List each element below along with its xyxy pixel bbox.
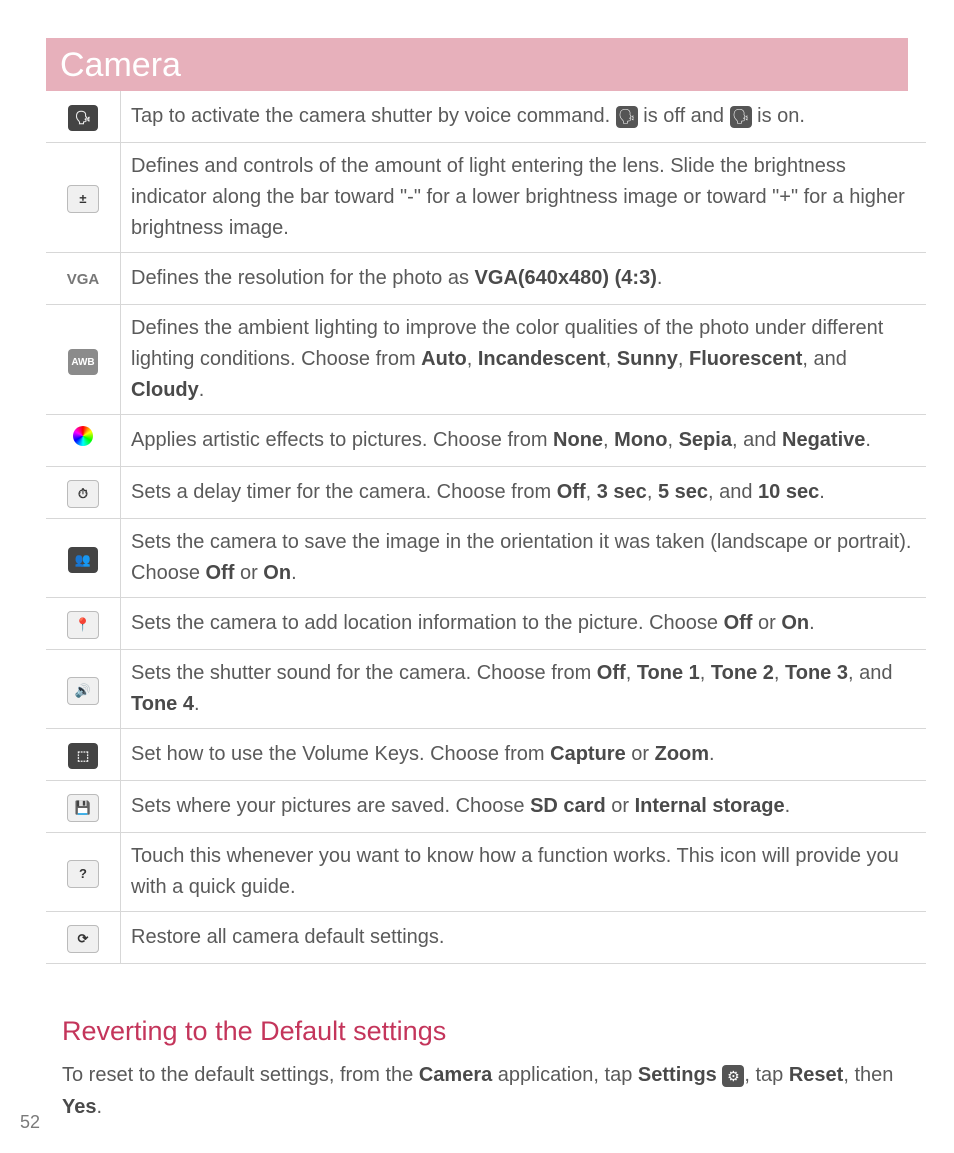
section-body: To reset to the default settings, from t… [62,1059,908,1123]
table-row: 🗣Tap to activate the camera shutter by v… [46,91,926,143]
table-row: 💾Sets where your pictures are saved. Cho… [46,781,926,833]
table-row: AWBDefines the ambient lighting to impro… [46,305,926,415]
settings-gear-icon: ⚙ [722,1065,744,1087]
setting-description: Set how to use the Volume Keys. Choose f… [121,729,927,781]
table-row: VGADefines the resolution for the photo … [46,253,926,305]
settings-table: 🗣Tap to activate the camera shutter by v… [46,91,926,964]
setting-description: Restore all camera default settings. [121,912,927,964]
section-heading: Reverting to the Default settings [62,1016,908,1047]
brightness-icon: ± [46,143,121,253]
setting-description: Sets where your pictures are saved. Choo… [121,781,927,833]
page-number: 52 [20,1112,40,1133]
table-row: 🔊Sets the shutter sound for the camera. … [46,650,926,729]
table-row: ±Defines and controls of the amount of l… [46,143,926,253]
timer-icon: ⏱ [46,467,121,519]
table-row: ?Touch this whenever you want to know ho… [46,833,926,912]
page-title: Camera [46,38,908,91]
voice-on-icon: 🗣 [730,106,752,128]
setting-description: Sets the shutter sound for the camera. C… [121,650,927,729]
setting-description: Defines the ambient lighting to improve … [121,305,927,415]
setting-description: Defines the resolution for the photo as … [121,253,927,305]
awb-icon: AWB [46,305,121,415]
setting-description: Sets a delay timer for the camera. Choos… [121,467,927,519]
table-row: ⟳Restore all camera default settings. [46,912,926,964]
volume-key-icon: ⬚ [46,729,121,781]
orientation-icon: 👥 [46,519,121,598]
setting-description: Touch this whenever you want to know how… [121,833,927,912]
vga-icon: VGA [46,253,121,305]
table-row: ⬚Set how to use the Volume Keys. Choose … [46,729,926,781]
help-icon: ? [46,833,121,912]
voice-off-icon: 🗣 [616,106,638,128]
setting-description: Defines and controls of the amount of li… [121,143,927,253]
table-row: 👥Sets the camera to save the image in th… [46,519,926,598]
setting-description: Sets the camera to save the image in the… [121,519,927,598]
table-row: Applies artistic effects to pictures. Ch… [46,415,926,467]
setting-description: Tap to activate the camera shutter by vo… [121,91,927,143]
table-row: ⏱Sets a delay timer for the camera. Choo… [46,467,926,519]
voice-off-icon: 🗣 [46,91,121,143]
setting-description: Sets the camera to add location informat… [121,598,927,650]
reset-icon: ⟳ [46,912,121,964]
geotag-icon: 📍 [46,598,121,650]
setting-description: Applies artistic effects to pictures. Ch… [121,415,927,467]
shutter-sound-icon: 🔊 [46,650,121,729]
table-row: 📍Sets the camera to add location informa… [46,598,926,650]
color-effect-icon [46,415,121,467]
storage-icon: 💾 [46,781,121,833]
